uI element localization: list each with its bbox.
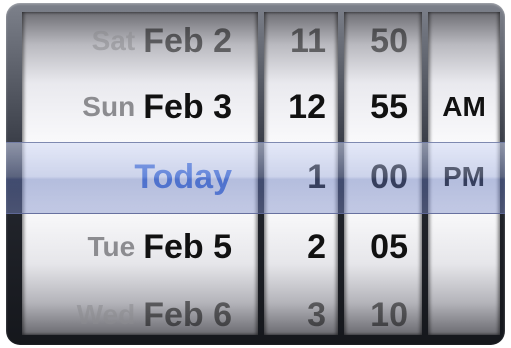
hour-row[interactable]: 3 <box>264 280 338 335</box>
date-label: Feb 3 <box>143 87 232 126</box>
minute-row[interactable]: 10 <box>344 280 422 335</box>
date-label: Feb 6 <box>143 295 232 334</box>
date-row[interactable]: Tue Feb 5 <box>22 212 258 282</box>
hour-row[interactable]: 12 <box>264 72 338 142</box>
hour-row[interactable]: 11 <box>264 12 338 76</box>
minute-row[interactable]: 05 <box>344 212 422 282</box>
hour-row[interactable]: 2 <box>264 212 338 282</box>
day-label: Sat <box>91 25 136 56</box>
hour-wheel[interactable]: 11 12 1 2 3 <box>264 12 338 335</box>
day-label: Sun <box>82 91 136 122</box>
date-row-selected[interactable]: Today <box>22 142 258 212</box>
ampm-wheel[interactable]: AM PM <box>428 12 500 335</box>
minute-row[interactable]: 50 <box>344 12 422 76</box>
am-option[interactable]: AM <box>428 72 500 142</box>
minute-row-selected[interactable]: 00 <box>344 142 422 212</box>
date-row[interactable]: Wed Feb 6 <box>22 280 258 335</box>
day-label: Wed <box>76 299 136 330</box>
date-wheel[interactable]: Sat Feb 2 Sun Feb 3 Today Tue Feb 5 Wed … <box>22 12 258 335</box>
date-row[interactable]: Sun Feb 3 <box>22 72 258 142</box>
minute-wheel[interactable]: 50 55 00 05 10 <box>344 12 422 335</box>
date-label: Feb 5 <box>143 227 232 266</box>
pm-option-selected[interactable]: PM <box>428 142 500 212</box>
date-row[interactable]: Sat Feb 2 <box>22 12 258 76</box>
hour-row-selected[interactable]: 1 <box>264 142 338 212</box>
date-label-today: Today <box>134 157 232 196</box>
date-label: Feb 2 <box>143 21 232 60</box>
minute-row[interactable]: 55 <box>344 72 422 142</box>
day-label: Tue <box>87 231 136 262</box>
